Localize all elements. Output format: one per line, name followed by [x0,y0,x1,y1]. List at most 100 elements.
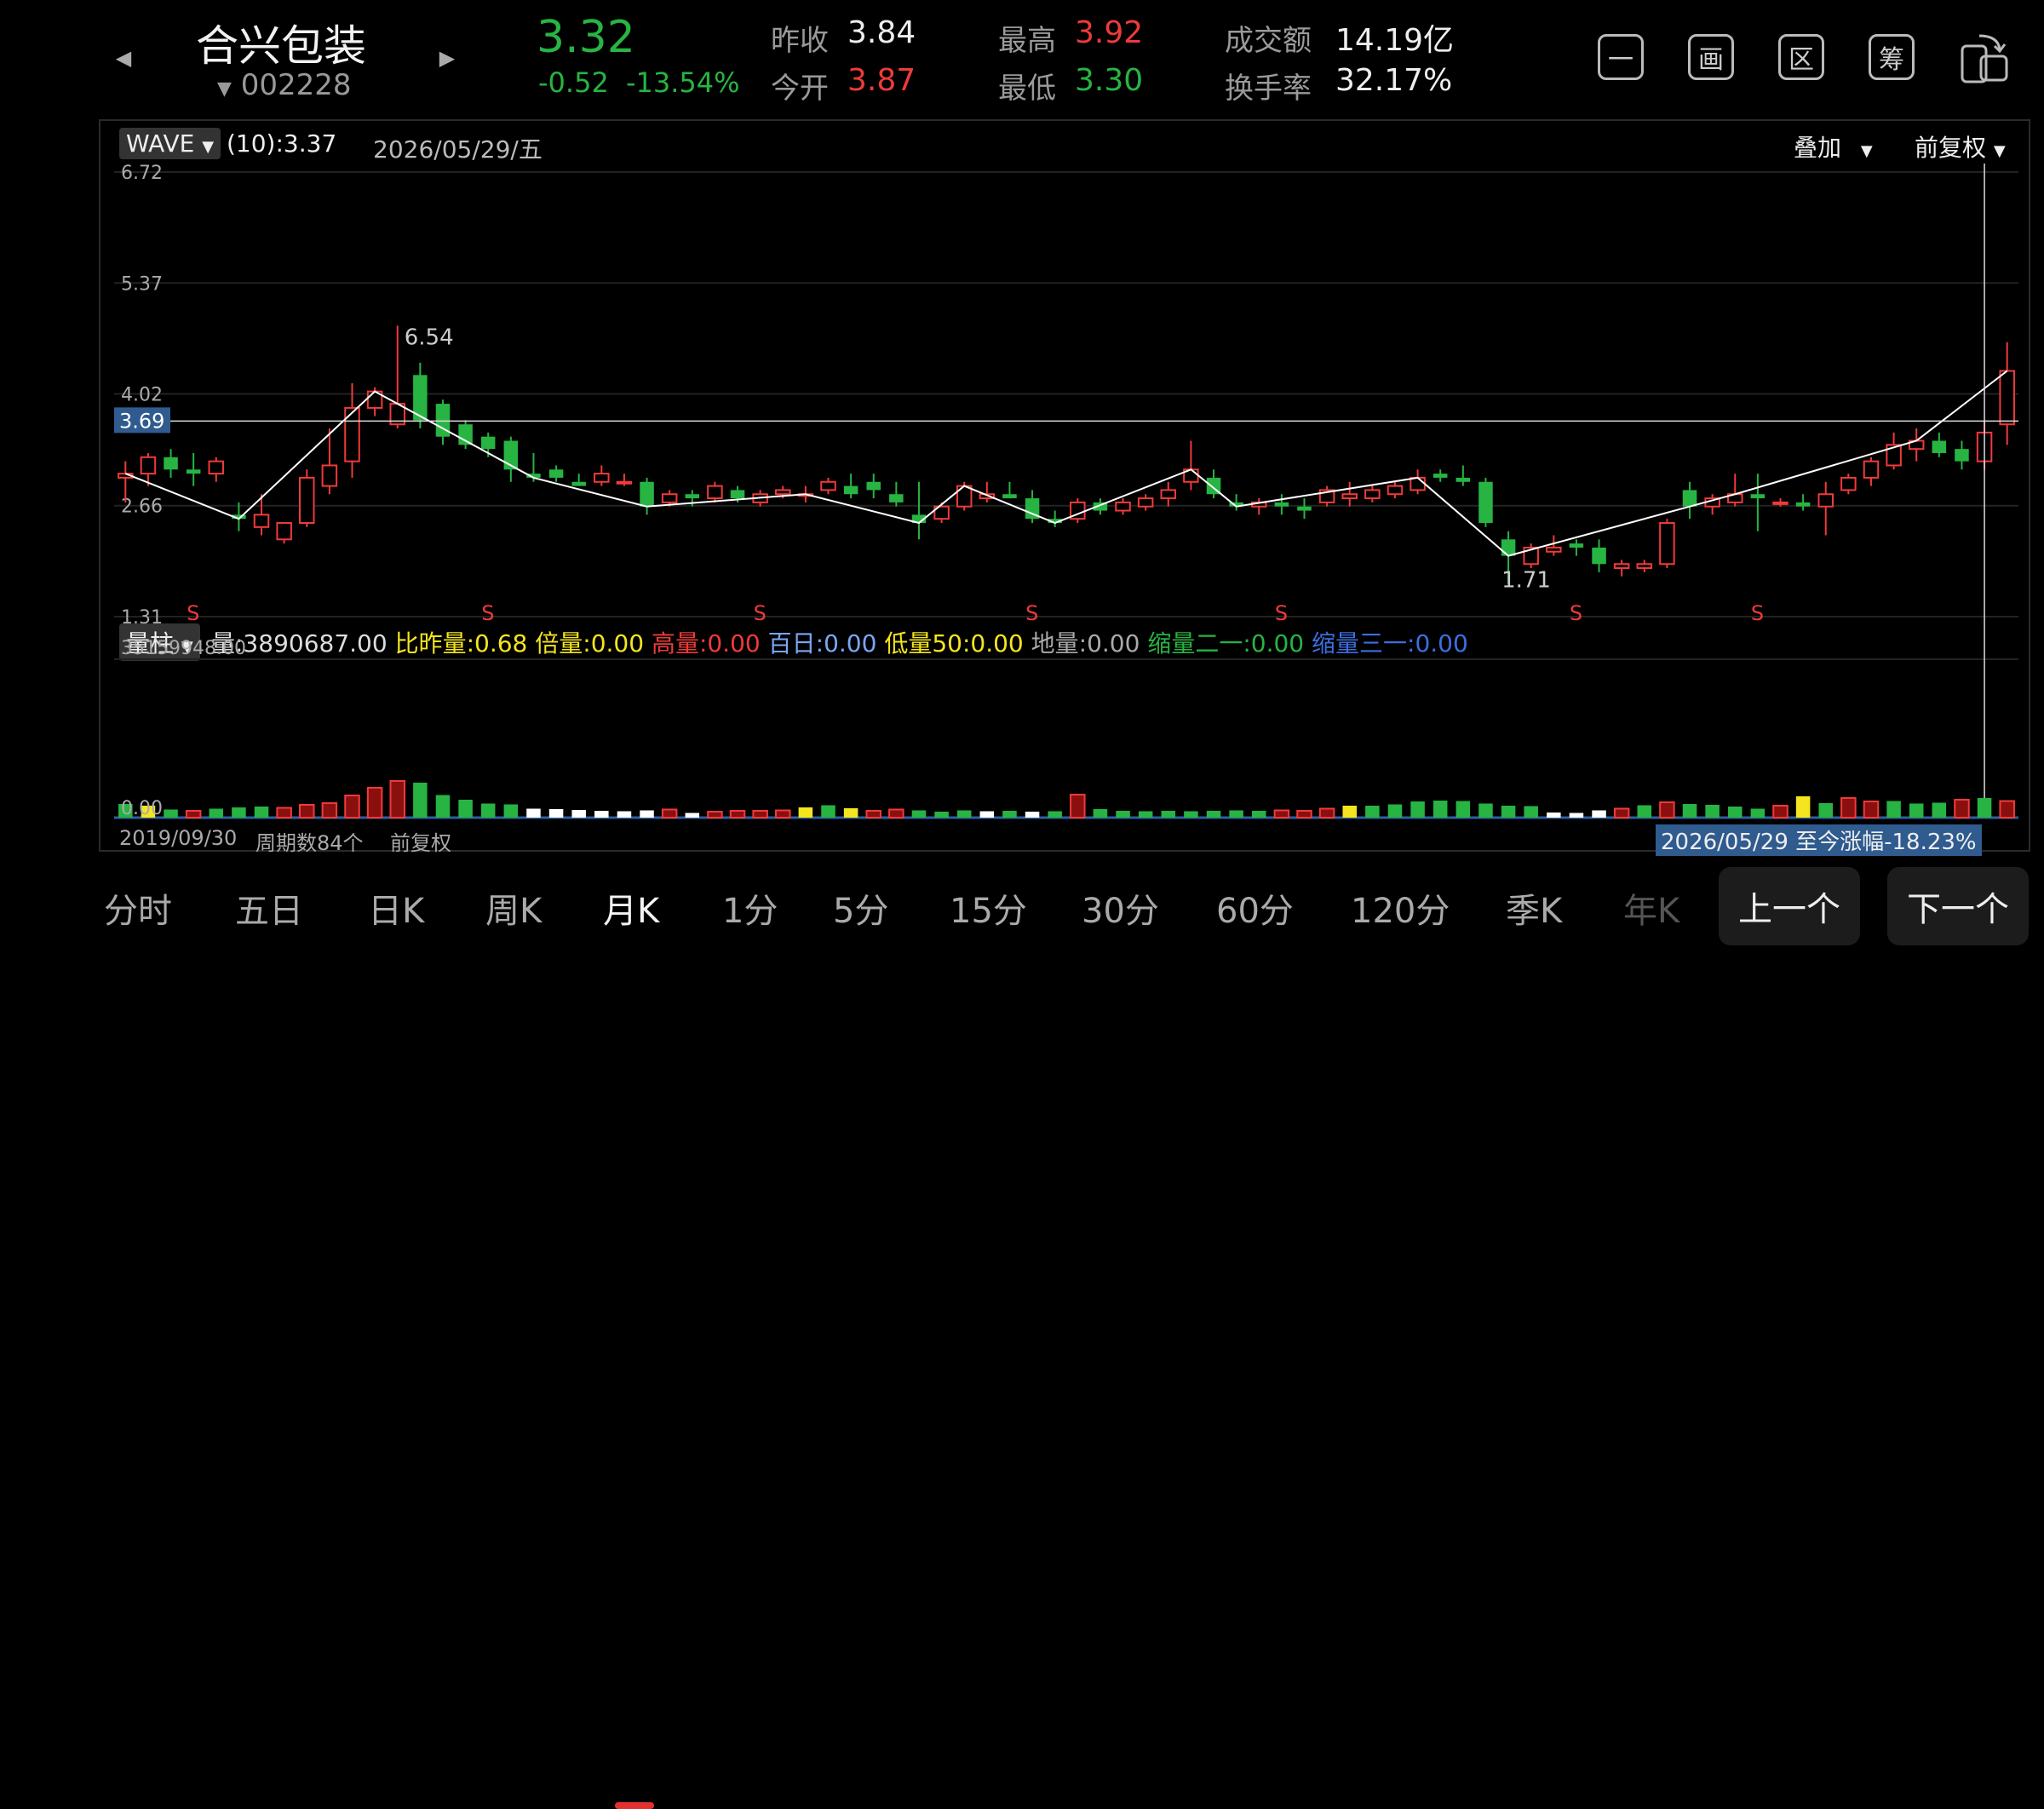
tab-30min[interactable]: 30分 [1082,883,1159,933]
candle-body [321,464,338,487]
volume-bar [1229,810,1243,818]
volume-bar [979,811,995,818]
tab-daily[interactable]: 日K [368,883,424,933]
candle-body [1115,501,1131,512]
chart-panel: WAVE ▼ (10):3.37 2026/05/29/五 叠加 ▼ 前复权 ▼… [99,119,2030,856]
draw-tool-button[interactable]: 画 [1688,34,1734,80]
minimize-tool-button[interactable]: 一 [1598,34,1644,80]
candle-body [571,481,586,486]
volume-bar [1410,801,1425,818]
range-tool-button[interactable]: 区 [1778,34,1824,80]
candle-body [1932,440,1947,453]
tab-120min[interactable]: 120分 [1351,883,1450,933]
candle-body [344,406,360,462]
tab-5min[interactable]: 5分 [833,883,888,933]
candle-body [1613,563,1630,570]
volume-bar [1048,811,1062,818]
candle-body [1546,546,1562,553]
volume-bar [1318,807,1335,818]
volume-bar [571,809,586,818]
kline-chart[interactable]: 6.72 5.37 4.02 2.66 1.31 S S S S S S S 6.54 1.71 3.69 3… [100,121,2029,850]
turnover-value: 14.19亿 [1335,23,1455,58]
volume-bar [594,810,609,818]
tab-monthly[interactable]: 月K [603,883,659,933]
prev-button[interactable]: 上一个 [1719,867,1860,945]
stock-name: 合兴包装 [196,21,366,71]
volume-bar [1093,808,1108,818]
high-value: 3.92 [1075,15,1144,50]
volume-bar [526,808,541,818]
volume-bar [617,811,632,818]
volume-bar [1273,809,1290,818]
chevron-down-icon: ▼ [217,78,232,100]
volume-bar [685,813,700,818]
candle-body [1341,493,1358,500]
volume-bar [1342,805,1357,818]
s-marker: S [1275,601,1288,625]
volume-bar [1999,800,2015,819]
next-stock-arrow-icon[interactable]: ▶ [434,41,460,75]
candle-body [1750,494,1766,499]
tab-quarterly[interactable]: 季K [1506,883,1562,933]
candle-body [1636,563,1653,570]
volume-bar [1795,795,1811,818]
volume-bar [843,807,858,818]
turnover-label: 成交额 [1225,24,1312,58]
candle-body [1795,502,1811,507]
chips-tool-button[interactable]: 筹 [1869,34,1915,80]
volume-bar [366,786,383,819]
stock-code: 002228 [240,68,352,102]
volume-bar [1886,801,1901,818]
candle-body [1364,489,1381,500]
start-date: 2019/09/30 [119,826,238,850]
volume-bar [1138,811,1153,818]
volume-bar [1501,805,1516,818]
candle-body [1569,543,1584,548]
candle-body [480,436,496,450]
volume-bar [1296,809,1312,819]
volume-bar [1455,801,1471,818]
candle-body [1817,493,1834,508]
volume-bar [1705,804,1720,818]
y-tick-label: 5.37 [121,273,163,295]
tab-weekly[interactable]: 周K [485,883,542,933]
range-change-note: 2026/05/29 至今涨幅-18.23% [1656,824,1982,856]
volume-bar [1184,811,1198,818]
candle-body [1297,506,1312,511]
low-value: 3.30 [1075,63,1144,98]
volume-bar [344,794,360,819]
candle-body [685,494,700,499]
tab-15min[interactable]: 15分 [950,883,1027,933]
tab-1min[interactable]: 1分 [722,883,778,933]
next-button[interactable]: 下一个 [1887,867,2029,945]
tab-yearly[interactable]: 年K [1623,883,1679,933]
tab-intraday[interactable]: 分时 [104,883,172,933]
volume-bar [640,810,654,818]
candle-body [889,494,904,502]
candle-body [276,522,292,541]
candle-body [843,485,858,495]
s-marker: S [1570,601,1582,625]
volume-bar [1002,810,1017,818]
prev-stock-arrow-icon[interactable]: ◀ [111,41,136,75]
tab-five-day[interactable]: 五日 [235,883,303,933]
candle-body [458,424,473,445]
volume-bar [1365,805,1380,818]
candle-body [140,456,157,475]
candle-body [1999,370,2015,426]
volume-bar [1524,806,1538,818]
volume-bar [1818,802,1833,818]
volume-bar [1569,813,1584,818]
volume-bar [1954,798,1970,818]
volume-bar [865,809,881,819]
candle-body [1410,476,1426,491]
wave-line [124,370,2008,557]
volume-bar [1206,810,1221,818]
footer-adjust: 前复权 [390,831,451,855]
volume-bar [548,808,564,818]
high-annotation: 6.54 [405,324,454,350]
rotate-screen-icon[interactable] [1955,31,2013,85]
candle-body [661,493,678,503]
tab-60min[interactable]: 60分 [1216,883,1294,933]
stock-code-selector[interactable]: ▼ 002228 [217,68,352,102]
